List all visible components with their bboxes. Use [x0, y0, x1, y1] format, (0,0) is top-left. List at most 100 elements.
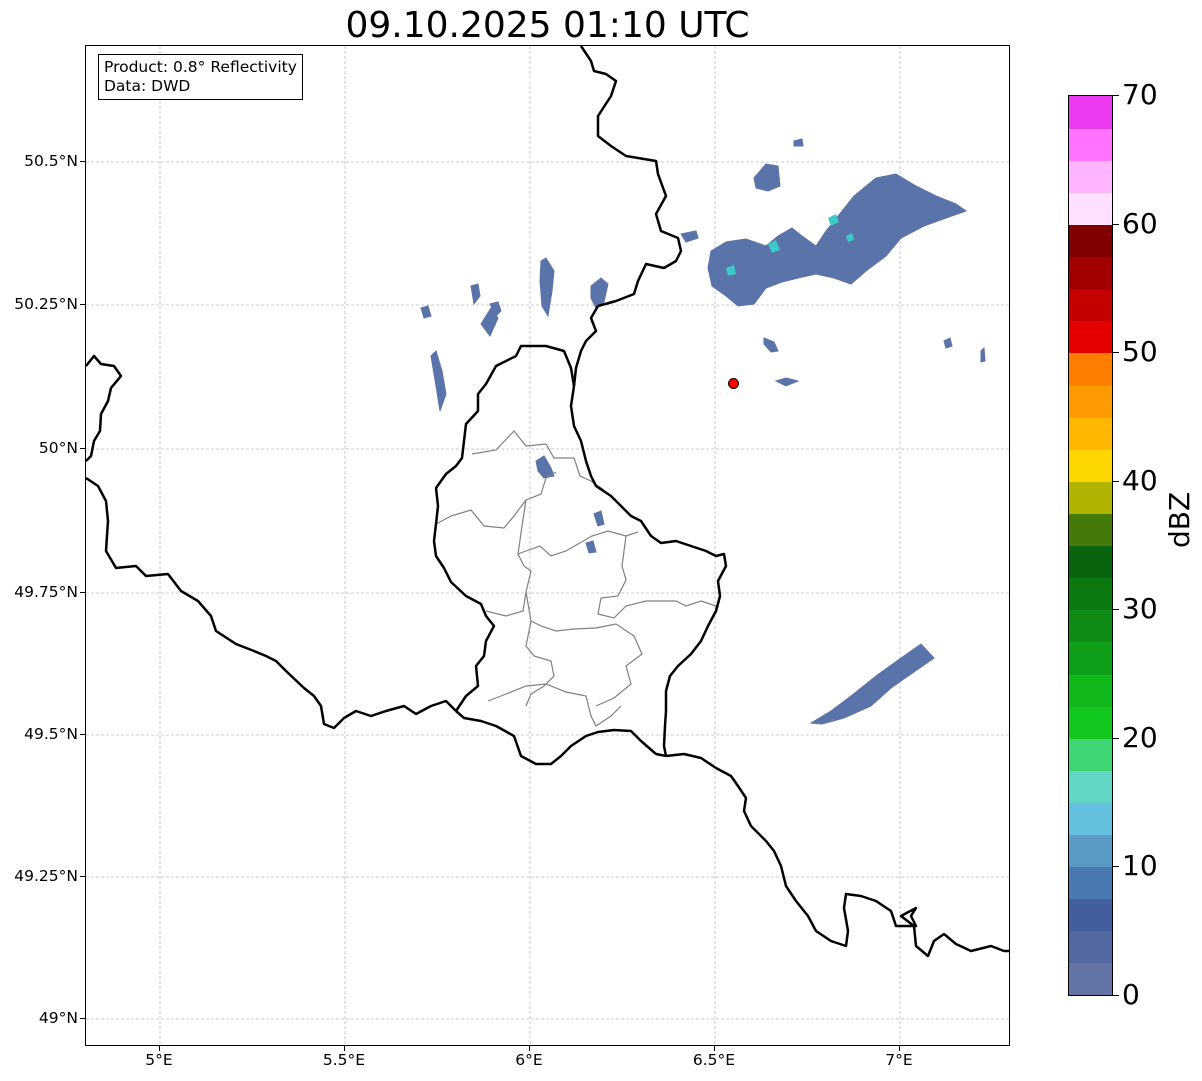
- colorbar-tick-label: 50: [1122, 335, 1158, 369]
- lat-tick-label: 49.5°N: [24, 725, 78, 743]
- colorbar-segment: [1069, 802, 1112, 836]
- colorbar-segment: [1069, 930, 1112, 964]
- lat-tickmark: [80, 304, 85, 305]
- lat-tickmark: [80, 161, 85, 162]
- lon-tick-label: 5°E: [145, 1051, 173, 1069]
- colorbar-segment: [1069, 417, 1112, 450]
- colorbar-segment: [1069, 770, 1112, 803]
- lon-tick-label: 6°E: [515, 1051, 543, 1069]
- colorbar-tickmark: [1113, 352, 1119, 354]
- colorbar-segment: [1069, 256, 1112, 290]
- colorbar-tickmark: [1113, 737, 1119, 739]
- colorbar-segment: [1069, 834, 1112, 868]
- echo-cell-east-1: [943, 337, 953, 349]
- colorbar-tick-label: 60: [1122, 206, 1158, 240]
- colorbar-segment: [1069, 898, 1112, 932]
- admin-border-8: [487, 683, 622, 727]
- colorbar-segment: [1069, 866, 1112, 900]
- colorbar-segment: [1069, 128, 1112, 161]
- lon-tick-label: 7°E: [885, 1051, 913, 1069]
- colorbar-tick-label: 10: [1122, 849, 1158, 883]
- lon-tickmark: [899, 1046, 900, 1051]
- echo-cluster-southeast: [809, 643, 935, 725]
- colorbar-segment: [1069, 577, 1112, 611]
- colorbar-tickmark: [1113, 995, 1119, 996]
- echo-cluster-northeast: [707, 173, 968, 307]
- lon-tickmark: [344, 1046, 345, 1051]
- echo-streak-west-2: [430, 350, 447, 412]
- border-belgium-netherlands: [86, 354, 123, 462]
- echo-cell-east-2: [980, 346, 986, 363]
- radar-site-marker: [728, 378, 739, 389]
- colorbar-segment: [1069, 962, 1112, 995]
- colorbar-tickmark: [1113, 95, 1119, 96]
- lat-tick-label: 50°N: [38, 439, 78, 457]
- colorbar-segment: [1069, 224, 1112, 258]
- colorbar-segment: [1069, 609, 1112, 643]
- colorbar-segment: [1069, 192, 1112, 226]
- echo-cell-east-3: [763, 337, 779, 353]
- colorbar-segment: [1069, 96, 1112, 129]
- reflectivity-colorbar: [1068, 95, 1113, 996]
- map-canvas: [86, 46, 1009, 1045]
- echo-streak-west-5: [539, 257, 555, 318]
- admin-border-2: [435, 471, 557, 529]
- map-title: 09.10.2025 01:10 UTC: [345, 5, 750, 46]
- colorbar-segment: [1069, 738, 1112, 771]
- border-france-germany-south: [665, 752, 1009, 958]
- lat-tick-label: 50.5°N: [24, 152, 78, 170]
- echo-cell-east-4: [774, 377, 800, 387]
- colorbar-segment: [1069, 352, 1112, 386]
- admin-border-3: [517, 530, 639, 557]
- colorbar-tickmark: [1113, 609, 1119, 611]
- radar-map[interactable]: [85, 45, 1010, 1046]
- colorbar-segment: [1069, 384, 1112, 418]
- colorbar-segment: [1069, 160, 1112, 193]
- border-belgium-france: [86, 476, 457, 730]
- lat-tick-label: 49.75°N: [14, 583, 78, 601]
- product-label: Product: 0.8° Reflectivity: [104, 58, 297, 76]
- colorbar-segment: [1069, 320, 1112, 354]
- product-info-box: Product: 0.8° Reflectivity Data: DWD: [98, 54, 303, 100]
- lon-tickmark: [529, 1046, 530, 1051]
- lat-tick-label: 50.25°N: [14, 295, 78, 313]
- lat-tickmark: [80, 734, 85, 735]
- colorbar-tickmark: [1113, 866, 1119, 868]
- echo-streak-west-4: [420, 305, 432, 319]
- data-source-label: Data: DWD: [104, 77, 191, 95]
- colorbar-tick-label: 70: [1122, 78, 1158, 111]
- colorbar-segment: [1069, 481, 1112, 514]
- colorbar-unit-label: dBZ: [1163, 491, 1196, 548]
- lat-tickmark: [80, 1018, 85, 1019]
- echo-streak-west-7: [470, 283, 481, 306]
- colorbar-segment: [1069, 641, 1112, 675]
- admin-border-6: [525, 591, 643, 707]
- lat-tickmark: [80, 592, 85, 593]
- echo-cell-north-4: [793, 138, 804, 147]
- colorbar-segment: [1069, 513, 1112, 547]
- lon-tick-label: 6.5°E: [692, 1051, 736, 1069]
- colorbar-segment: [1069, 673, 1112, 707]
- colorbar-segment: [1069, 449, 1112, 482]
- border-belgium-germany-north: [569, 46, 728, 757]
- colorbar-tick-label: 40: [1122, 463, 1158, 497]
- echo-cell-center-2: [593, 510, 605, 527]
- colorbar-tickmark: [1113, 480, 1119, 482]
- echo-cell-north-1: [753, 163, 781, 192]
- border-lux-france-germany: [455, 710, 667, 766]
- lat-tickmark: [80, 448, 85, 449]
- lat-tickmark: [80, 876, 85, 877]
- colorbar-segment: [1069, 706, 1112, 739]
- colorbar-segment: [1069, 288, 1112, 322]
- echo-cell-center-3: [585, 540, 597, 554]
- lat-tick-label: 49.25°N: [14, 867, 78, 885]
- colorbar-segment: [1069, 545, 1112, 579]
- lon-tickmark: [159, 1046, 160, 1051]
- colorbar-tick-label: 0: [1122, 978, 1140, 1011]
- echo-cell-north-2: [680, 230, 699, 243]
- lon-tickmark: [714, 1046, 715, 1051]
- admin-border-4: [485, 499, 532, 617]
- colorbar-tickmark: [1113, 223, 1119, 225]
- colorbar-tick-label: 20: [1122, 720, 1158, 754]
- lon-tick-label: 5.5°E: [322, 1051, 366, 1069]
